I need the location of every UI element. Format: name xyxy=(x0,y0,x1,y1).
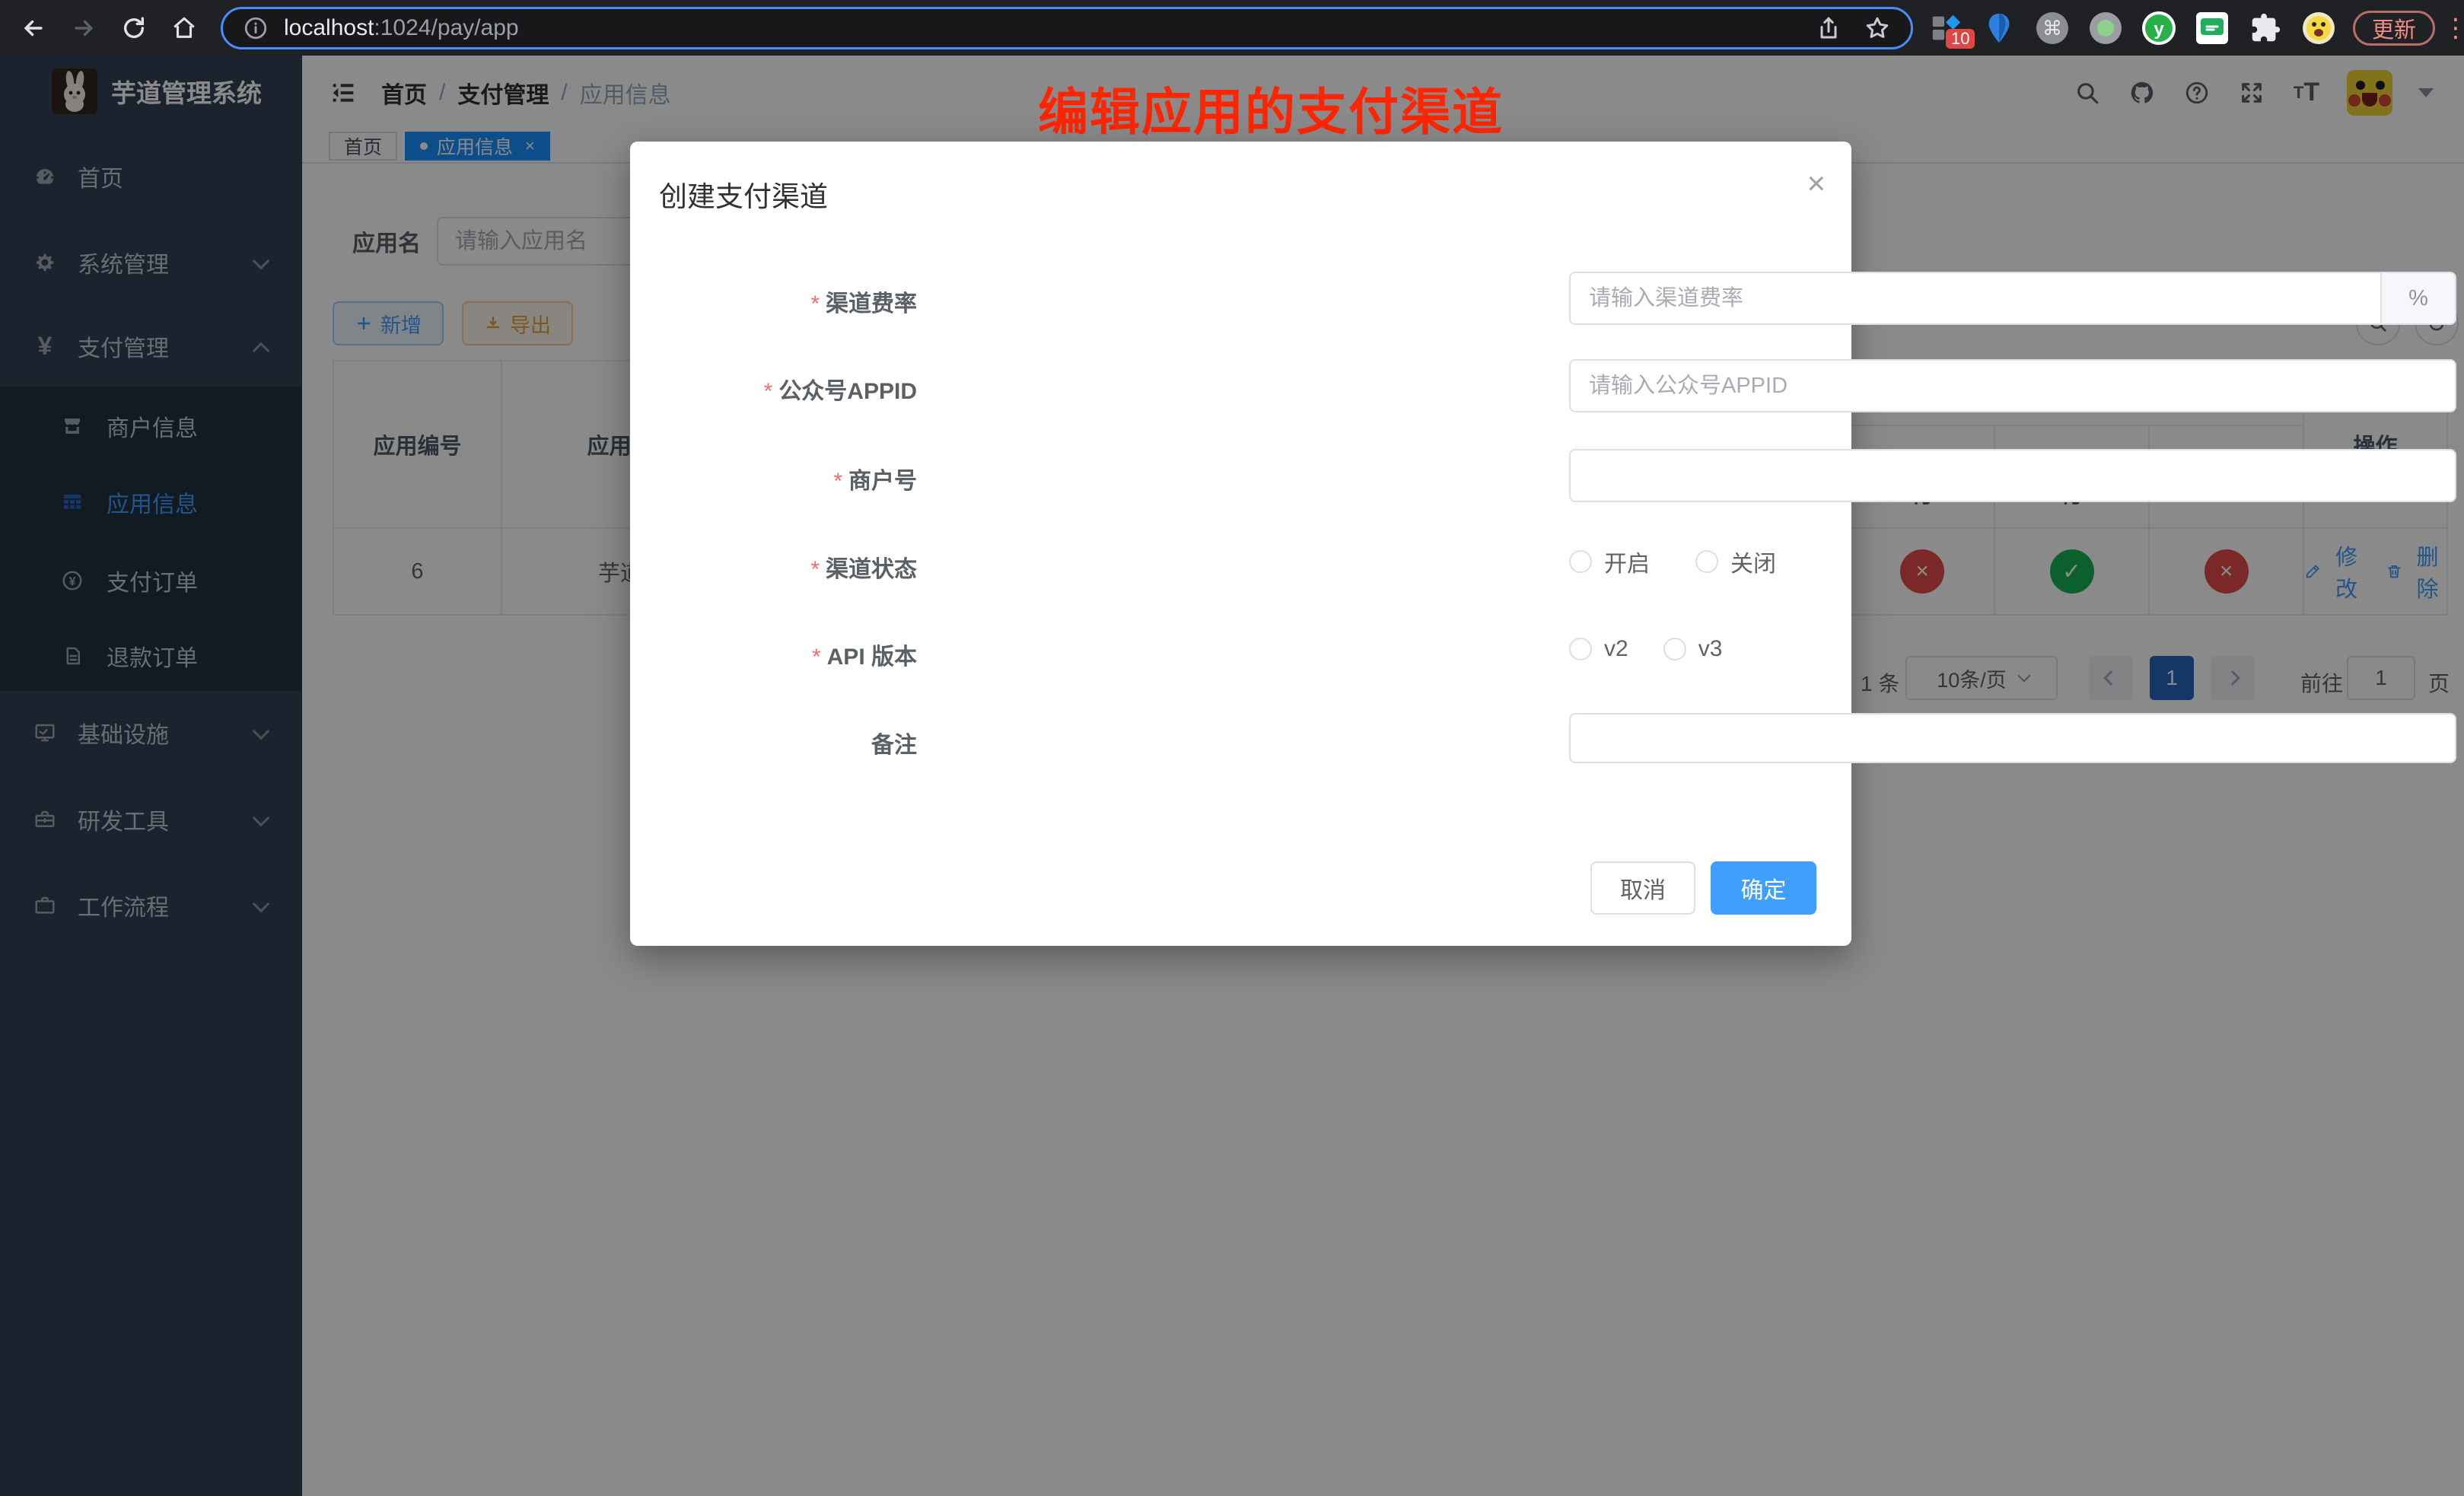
status-on-radio[interactable] xyxy=(1569,550,1592,573)
extension-command-icon[interactable]: ⌘ xyxy=(2035,11,2070,46)
svg-text:⌘: ⌘ xyxy=(2042,17,2062,40)
back-icon[interactable] xyxy=(17,11,50,45)
status-label: *渠道状态 xyxy=(661,550,917,584)
status-radio-group: 开启 关闭 xyxy=(1569,536,1776,587)
extension-chat-icon[interactable] xyxy=(2195,11,2230,46)
rate-input[interactable] xyxy=(1571,273,2380,323)
dialog-title: 创建支付渠道 xyxy=(659,173,828,215)
rate-label: *渠道费率 xyxy=(661,285,917,318)
share-icon[interactable] xyxy=(1815,14,1842,42)
browser-toolbar: localhost:1024/pay/app 10 ⌘ y xyxy=(0,0,2464,56)
browser-menu-icon[interactable]: ⋮ xyxy=(2443,15,2464,41)
rate-suffix: % xyxy=(2380,273,2455,323)
api-v3-label[interactable]: v3 xyxy=(1698,636,1723,662)
reload-icon[interactable] xyxy=(117,11,151,45)
remark-label: 备注 xyxy=(661,726,917,759)
bookmark-star-icon[interactable] xyxy=(1864,14,1891,42)
extensions-puzzle-icon[interactable] xyxy=(2248,11,2283,46)
mch-input[interactable] xyxy=(1569,449,2456,502)
remark-input[interactable] xyxy=(1569,713,2456,763)
create-channel-dialog: 创建支付渠道 × *渠道费率 % *公众号APPID *商户号 *渠道状态 开启… xyxy=(630,142,1851,946)
extensions-row: 10 ⌘ y xyxy=(1928,11,2336,46)
rate-field: % xyxy=(1569,272,2456,325)
extension-record-icon[interactable] xyxy=(2088,11,2123,46)
appid-input[interactable] xyxy=(1569,359,2456,412)
api-v2-label[interactable]: v2 xyxy=(1604,636,1628,662)
confirm-button[interactable]: 确定 xyxy=(1711,861,1816,915)
status-off-radio[interactable] xyxy=(1695,550,1718,573)
api-label: *API 版本 xyxy=(661,638,917,671)
home-icon[interactable] xyxy=(167,11,201,45)
appid-label: *公众号APPID xyxy=(661,372,917,406)
extension-badge: 10 xyxy=(1946,29,1975,49)
svg-text:y: y xyxy=(2154,19,2164,40)
status-on-label[interactable]: 开启 xyxy=(1604,545,1650,578)
status-off-label[interactable]: 关闭 xyxy=(1730,545,1776,578)
profile-avatar-icon[interactable] xyxy=(2301,11,2336,46)
api-radio-group: v2 v3 xyxy=(1569,624,1722,674)
api-v2-radio[interactable] xyxy=(1569,638,1592,660)
dialog-close-icon[interactable]: × xyxy=(1807,167,1826,199)
url-text: localhost:1024/pay/app xyxy=(284,15,1794,41)
extension-balloon-icon[interactable] xyxy=(1982,11,2017,46)
url-bar[interactable]: localhost:1024/pay/app xyxy=(221,7,1913,49)
annotation-text: 编辑应用的支付渠道 xyxy=(982,72,1560,145)
api-v3-radio[interactable] xyxy=(1663,638,1686,660)
extension-tabs-icon[interactable]: 10 xyxy=(1928,11,1963,46)
site-info-icon[interactable] xyxy=(243,15,269,41)
forward-icon[interactable] xyxy=(67,11,100,45)
mch-label: *商户号 xyxy=(661,462,917,495)
extension-y-icon[interactable]: y xyxy=(2141,11,2176,46)
browser-update-button[interactable]: 更新 xyxy=(2353,11,2435,46)
cancel-button[interactable]: 取消 xyxy=(1590,861,1695,915)
